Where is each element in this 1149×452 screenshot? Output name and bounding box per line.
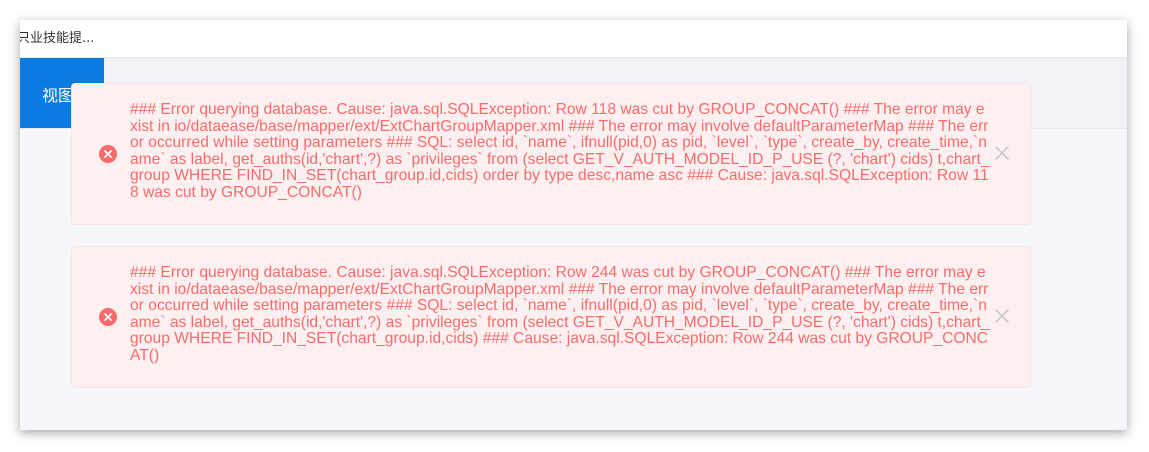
error-message: ### Error querying database. Cause: java… <box>130 101 990 201</box>
error-message: ### Error querying database. Cause: java… <box>130 264 990 364</box>
app-window: 只业技能提... 视图 ### Error querying database.… <box>20 20 1127 430</box>
close-icon[interactable] <box>994 145 1010 161</box>
page-title: 只业技能提... <box>20 31 95 46</box>
error-alert: ### Error querying database. Cause: java… <box>71 246 1031 388</box>
top-bar: 只业技能提... <box>20 20 1127 58</box>
error-circle-icon <box>99 145 117 163</box>
error-alert: ### Error querying database. Cause: java… <box>71 83 1031 225</box>
close-icon[interactable] <box>994 308 1010 324</box>
tab-views-label: 视图 <box>42 86 75 105</box>
error-circle-icon <box>99 308 117 326</box>
